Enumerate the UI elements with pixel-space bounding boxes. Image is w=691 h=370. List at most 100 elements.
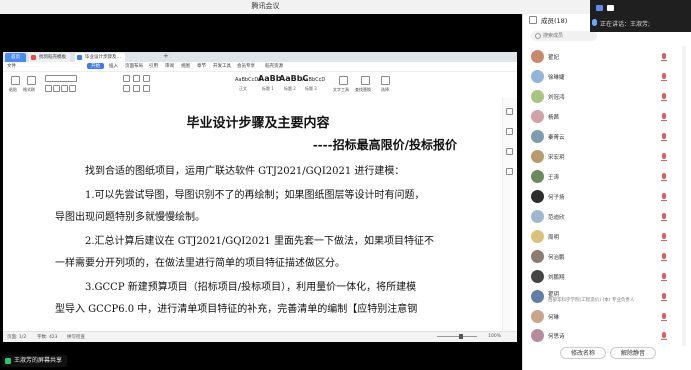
mic-muted-icon[interactable]	[661, 173, 667, 181]
member-row[interactable]: 杨茜	[523, 108, 673, 128]
mic-muted-icon[interactable]	[661, 253, 667, 261]
mic-muted-icon[interactable]	[661, 293, 667, 301]
doc-paragraph: 3.GCCP 新建预算项目（招标项目/投标项目），利用量价一体化，将所建模	[85, 282, 417, 293]
member-row[interactable]: 何治鹏	[523, 248, 673, 268]
menu-reference[interactable]: 引用	[149, 63, 158, 69]
unmute-button[interactable]: 解除静音	[610, 347, 656, 359]
mic-muted-icon[interactable]	[661, 193, 667, 201]
member-row[interactable]: 刘鹏翔	[523, 268, 673, 288]
avatar	[531, 190, 544, 203]
avatar	[531, 150, 544, 163]
member-row[interactable]: 翟玥 西部华科学学院(工程造价) (本) 专业负责人	[523, 288, 673, 308]
spell-check[interactable]: 拼写检查	[67, 334, 85, 340]
member-name: 刘鹏翔	[548, 275, 565, 281]
members-scrollbar[interactable]	[682, 46, 686, 346]
avatar	[531, 230, 544, 243]
text-tool-label: 文字工具	[333, 87, 349, 92]
avatar	[531, 90, 544, 103]
menu-file[interactable]: 文件	[7, 63, 16, 69]
mic-muted-icon[interactable]	[661, 53, 667, 61]
grid-view-icon[interactable]	[596, 5, 603, 11]
member-search[interactable]	[531, 31, 597, 41]
side-tool-icon[interactable]	[506, 128, 513, 135]
mic-muted-icon[interactable]	[661, 73, 667, 81]
style-h2-label: 标题 2	[284, 86, 296, 91]
align-left-icon[interactable]	[123, 85, 130, 92]
member-row[interactable]: 秦菁云	[523, 128, 673, 148]
bold-icon[interactable]	[45, 85, 52, 92]
member-title: 西部华科学学院(工程造价) (本) 专业负责人	[548, 298, 635, 303]
member-row[interactable]: 宋宏玥	[523, 148, 673, 168]
mic-muted-icon[interactable]	[661, 233, 667, 241]
menu-insert[interactable]: 插入	[109, 63, 118, 69]
format-painter-icon[interactable]	[27, 76, 36, 85]
side-tool-icon[interactable]	[506, 148, 513, 155]
mic-muted-icon[interactable]	[661, 273, 667, 281]
text-tool-icon[interactable]	[339, 76, 348, 85]
member-name: 何子扬	[548, 195, 565, 201]
paste-icon[interactable]	[11, 76, 20, 85]
avatar	[531, 130, 544, 143]
font-name-select[interactable]	[45, 75, 77, 82]
new-tab-icon[interactable]: +	[163, 52, 169, 60]
zoom-knob[interactable]	[459, 334, 463, 339]
member-row[interactable]: 何琳	[523, 308, 673, 328]
menu-docer[interactable]: 稻壳资源	[265, 63, 283, 69]
select-icon[interactable]	[381, 76, 390, 85]
mic-muted-icon[interactable]	[661, 313, 667, 321]
member-row[interactable]: 何思诗	[523, 327, 673, 347]
align-center-icon[interactable]	[133, 85, 140, 92]
menu-devtools[interactable]: 开发工具	[213, 63, 231, 69]
bullet-list-icon[interactable]	[123, 75, 130, 82]
menu-member[interactable]: 会员专享	[237, 63, 255, 69]
find-replace-label: 查找替换	[355, 87, 371, 92]
align-right-icon[interactable]	[143, 85, 150, 92]
layout-icon[interactable]	[607, 5, 614, 11]
menu-chapter[interactable]: 章节	[197, 63, 206, 69]
menu-start[interactable]: 开始	[87, 63, 104, 69]
member-row[interactable]: 翟妃	[523, 48, 673, 68]
menu-layout[interactable]: 页面布局	[125, 63, 143, 69]
zoom-slider[interactable]	[437, 334, 477, 339]
member-row[interactable]: 何子扬	[523, 188, 673, 208]
ribbon-toolbar: 粘贴 格式刷 AaBbCcDd AaBb AaBbC AaBbCcD 正文 标题…	[3, 72, 517, 99]
doc-tabbar: 首页 找到稻壳模板 毕业设计步骤及… +	[3, 52, 517, 62]
mic-muted-icon[interactable]	[661, 113, 667, 121]
page-count: 页面: 1/2	[7, 335, 27, 340]
zoom-level: 100%	[488, 334, 501, 339]
format-painter-label: 格式刷	[23, 87, 35, 92]
window-title: 腾讯会议	[251, 2, 280, 10]
style-heading1[interactable]: AaBb	[258, 74, 281, 83]
find-replace-icon[interactable]	[361, 76, 370, 85]
window-titlebar: 腾讯会议	[0, 0, 691, 15]
italic-icon[interactable]	[53, 85, 60, 92]
member-row[interactable]: 徐琳婕	[523, 68, 673, 88]
search-input[interactable]	[543, 31, 593, 41]
style-heading3[interactable]: AaBbCcD	[302, 77, 325, 83]
side-tool-icon[interactable]	[506, 168, 513, 175]
mic-muted-icon[interactable]	[661, 153, 667, 161]
mic-muted-icon[interactable]	[661, 213, 667, 221]
avatar	[531, 110, 544, 123]
mic-muted-icon[interactable]	[661, 93, 667, 101]
mic-muted-icon[interactable]	[661, 332, 667, 340]
member-row[interactable]: 范迪欣	[523, 208, 673, 228]
number-list-icon[interactable]	[133, 75, 140, 82]
tab-home[interactable]: 首页	[5, 53, 26, 62]
menu-view[interactable]: 视图	[181, 63, 190, 69]
menu-review[interactable]: 审阅	[165, 63, 174, 69]
indent-icon[interactable]	[143, 75, 150, 82]
paste-label: 粘贴	[9, 87, 17, 92]
mic-muted-icon[interactable]	[661, 133, 667, 141]
tab-template[interactable]: 找到稻壳模板	[29, 53, 70, 62]
underline-icon[interactable]	[61, 85, 68, 92]
side-tool-icon[interactable]	[506, 108, 513, 115]
doc-paragraph: 型导入 GCCP6.0 中，进行清单项目特征的补充，完善清单的编制【应特别注意钢	[55, 304, 418, 315]
member-row[interactable]: 王涛	[523, 168, 673, 188]
member-row[interactable]: 刘冠鸿	[523, 88, 673, 108]
document-page[interactable]: 毕业设计步骤及主要内容 ----招标最高限价/投标报价 找到合适的图纸项目，运用…	[11, 98, 505, 332]
rename-button[interactable]: 修改名称	[560, 347, 606, 359]
font-color-icon[interactable]	[69, 85, 76, 92]
tab-document[interactable]: 毕业设计步骤及…	[75, 53, 125, 62]
member-row[interactable]: 周明	[523, 228, 673, 248]
